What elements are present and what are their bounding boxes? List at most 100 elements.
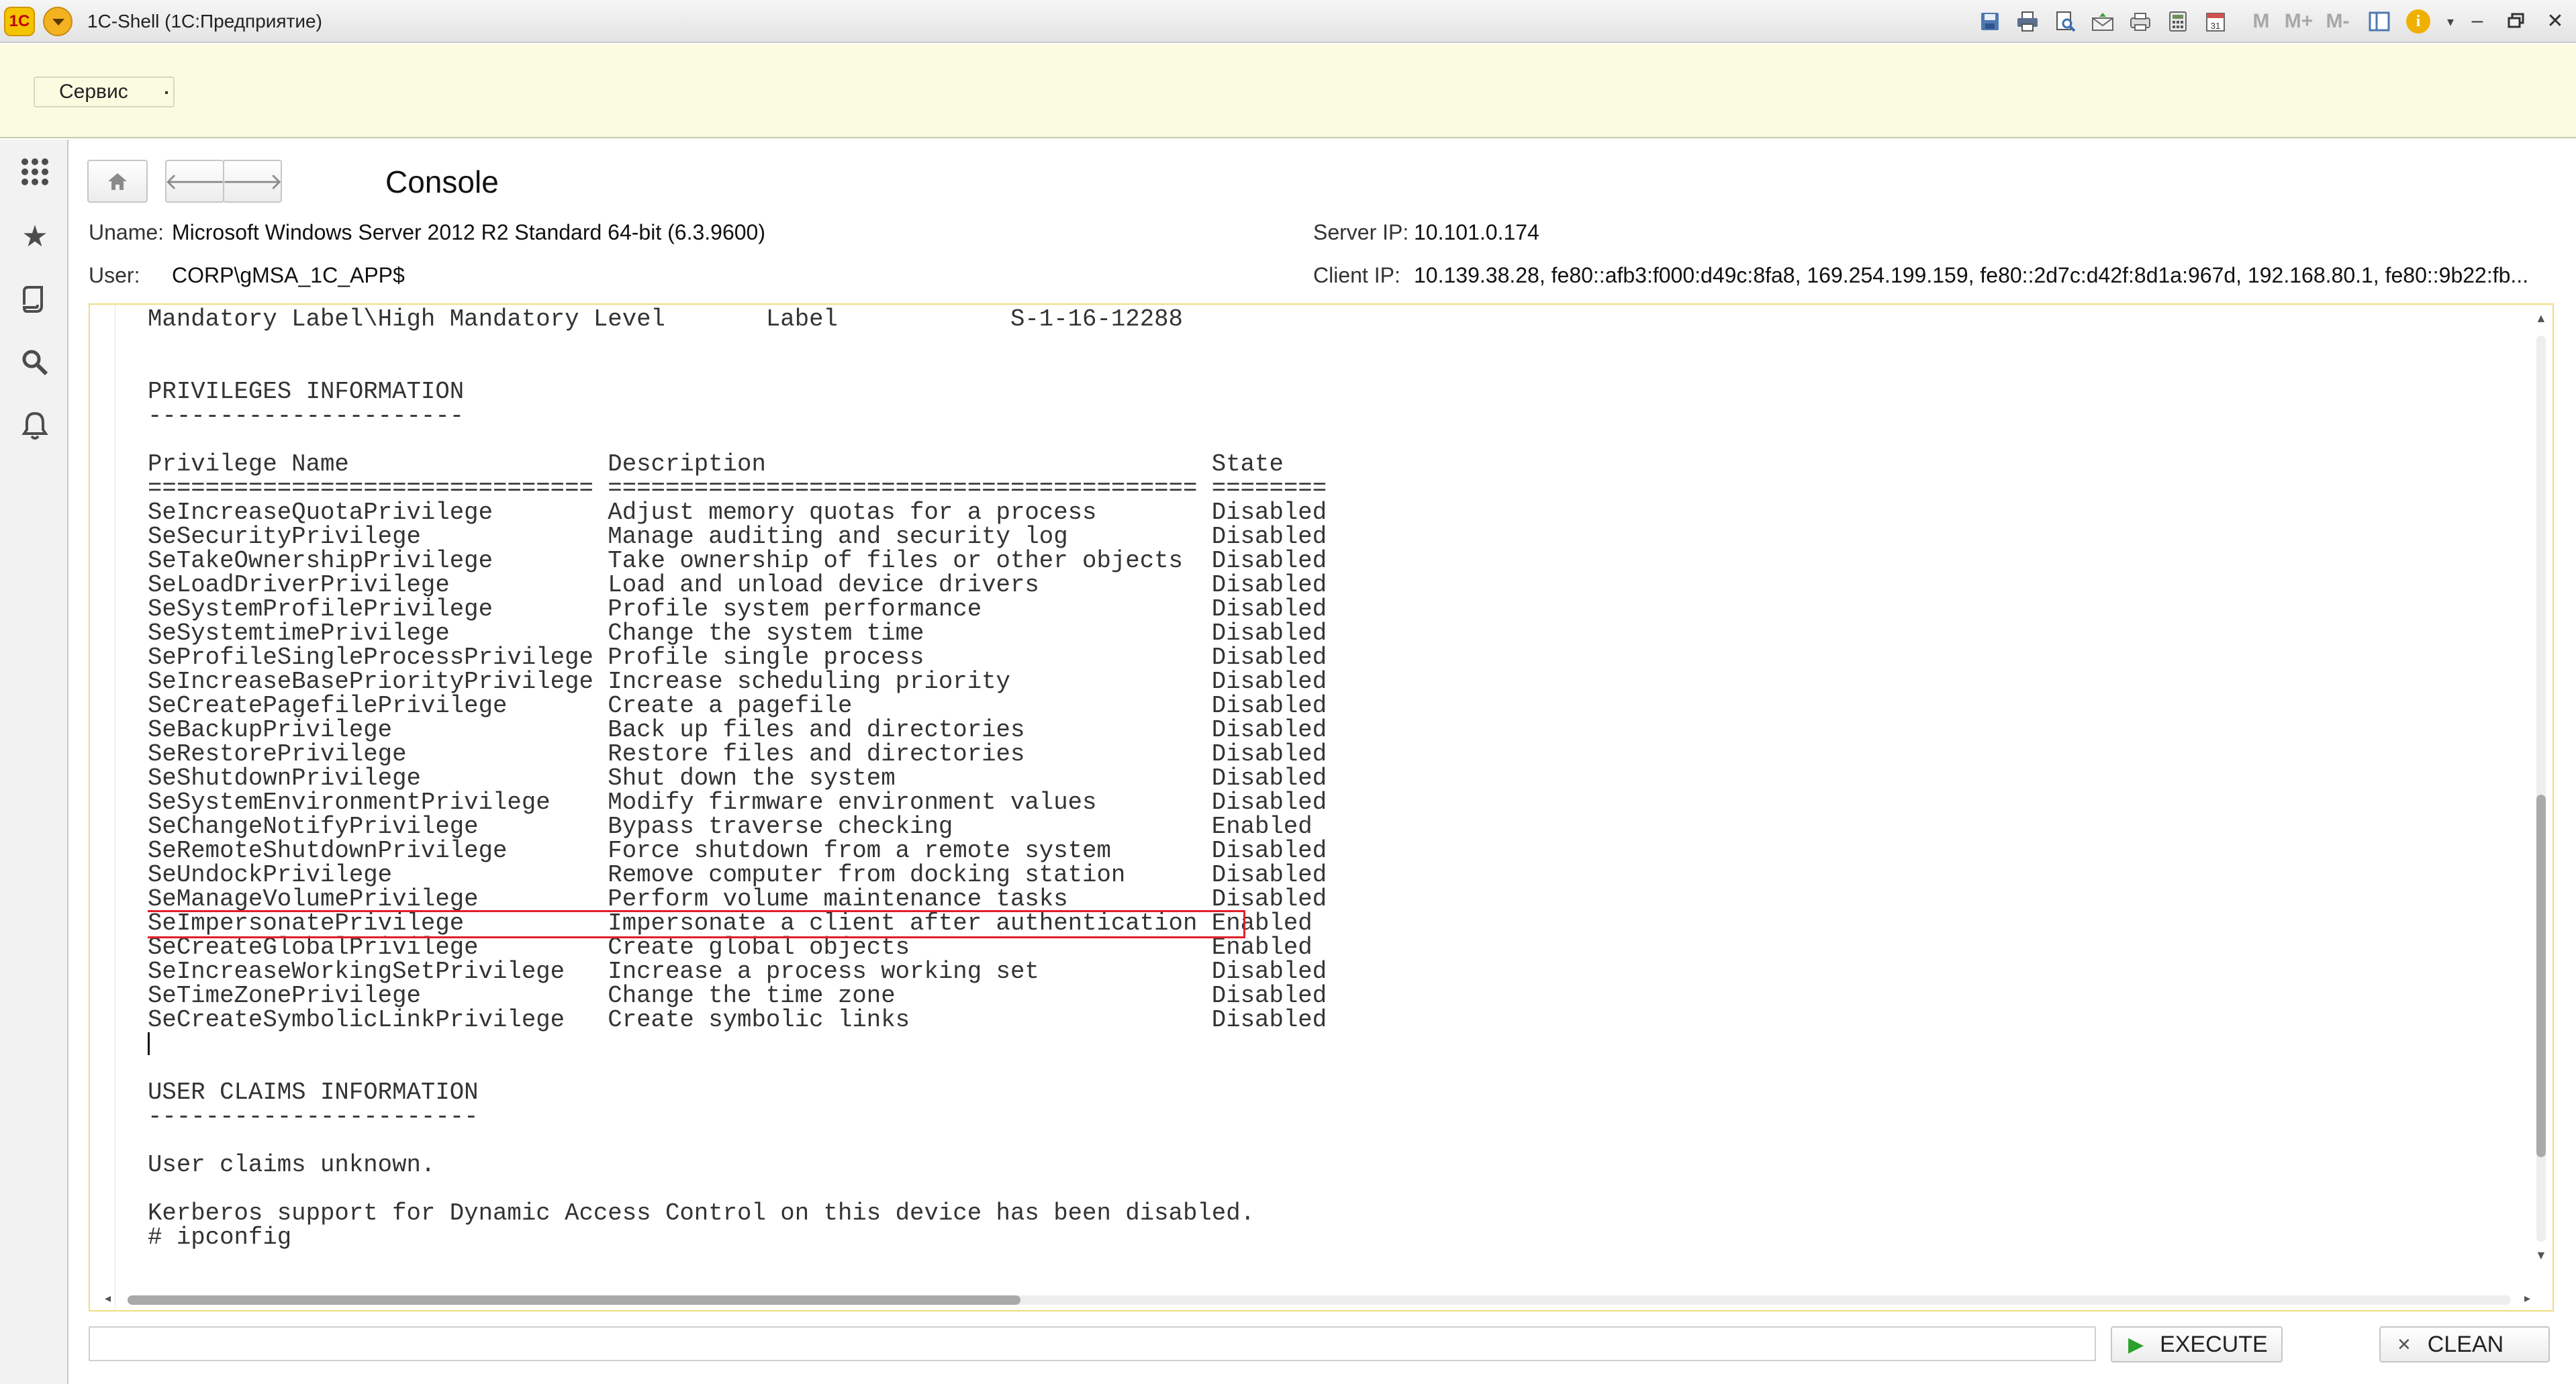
calculator-icon[interactable] (2164, 8, 2191, 35)
console-line: SeIncreaseQuotaPrivilege Adjust memory q… (148, 499, 1327, 526)
console-line: SeRestorePrivilege Restore files and dir… (148, 740, 1327, 768)
1c-logo-icon[interactable]: 1С (4, 7, 35, 36)
console-line: SeCreateGlobalPrivilege Create global ob… (148, 934, 1313, 961)
user-value: CORP\gMSA_1C_APP$ (172, 263, 405, 287)
console-line: ---------------------- (148, 402, 465, 430)
server-ip-value: 10.101.0.174 (1414, 220, 1539, 244)
console-line (148, 1032, 2484, 1056)
close-window-button[interactable]: ✕ (2538, 5, 2573, 36)
scroll-right-arrow-icon[interactable]: ▸ (2524, 1291, 2530, 1305)
console-line: SeSecurityPrivilege Manage auditing and … (148, 523, 1327, 550)
console-line: User claims unknown. (148, 1151, 436, 1179)
page-title: Console (385, 164, 499, 199)
scroll-up-arrow-icon[interactable]: ▲ (2535, 311, 2547, 326)
scroll-down-arrow-icon[interactable]: ▼ (2535, 1248, 2547, 1263)
command-bar: Сервис (0, 44, 2576, 138)
console-line: SeIncreaseWorkingSetPrivilege Increase a… (148, 958, 1327, 985)
horizontal-scroll-thumb[interactable] (128, 1295, 1020, 1305)
clean-button[interactable]: ✕ CLEAN (2379, 1326, 2550, 1363)
info-icon[interactable]: i (2406, 9, 2430, 34)
text-cursor (148, 1032, 150, 1055)
console-line: SeSystemtimePrivilege Change the system … (148, 620, 1327, 647)
console-line: SeSystemEnvironmentPrivilege Modify firm… (148, 789, 1327, 816)
window-title: 1C-Shell (1С:Предприятие) (87, 11, 322, 32)
favorites-star-icon[interactable]: ★ (17, 219, 52, 254)
clear-x-icon: ✕ (2397, 1334, 2412, 1354)
console-line: SeSystemProfilePrivilege Profile system … (148, 595, 1327, 623)
console-text: Mandatory Label\High Mandatory Level Lab… (148, 307, 2484, 1274)
console-line: SeIncreaseBasePriorityPrivilege Increase… (148, 668, 1327, 695)
horizontal-scrollbar[interactable]: ◂ ▸ (101, 1291, 2544, 1307)
console-line: # ipconfig (148, 1224, 292, 1251)
memory-icon[interactable]: M (2248, 8, 2275, 35)
console-line: ----------------------- (148, 1103, 479, 1130)
minimize-button[interactable]: – (2460, 5, 2495, 36)
console-line: SeShutdownPrivilege Shut down the system… (148, 764, 1327, 792)
apps-grid-icon[interactable] (17, 154, 52, 189)
vertical-scrollbar[interactable]: ▲ ▼ (2534, 311, 2547, 1265)
save-icon[interactable] (1976, 8, 2003, 35)
print-preview-icon[interactable] (2052, 8, 2079, 35)
email-icon[interactable] (2089, 8, 2116, 35)
console-line: PRIVILEGES INFORMATION (148, 378, 465, 405)
application-window: 1С 1C-Shell (1С:Предприятие) 31 M M+ M- (0, 0, 2576, 1384)
scroll-left-arrow-icon[interactable]: ◂ (105, 1291, 111, 1305)
console-line: SeTimeZonePrivilege Change the time zone… (148, 982, 1327, 1009)
execute-button[interactable]: ▶ EXECUTE (2111, 1326, 2283, 1363)
history-icon[interactable] (17, 282, 52, 317)
execute-label: EXECUTE (2160, 1331, 2268, 1357)
calendar-icon[interactable]: 31 (2202, 8, 2229, 35)
client-ip-label: Client IP: (1313, 263, 1400, 287)
printer-icon[interactable] (2127, 8, 2154, 35)
command-input[interactable] (89, 1326, 2096, 1361)
client-ip-value: 10.139.38.28, fe80::afb3:f000:d49c:8fa8,… (1414, 263, 2529, 287)
calendar-day-text: 31 (2211, 21, 2220, 31)
home-button[interactable] (87, 160, 148, 203)
console-line: SeTakeOwnershipPrivilege Take ownership … (148, 547, 1327, 575)
restore-button[interactable] (2499, 5, 2534, 36)
title-bar: 1С 1C-Shell (1С:Предприятие) 31 M M+ M- (0, 0, 2576, 43)
memory-minus-icon[interactable]: M- (2324, 8, 2351, 35)
console-output[interactable]: Mandatory Label\High Mandatory Level Lab… (89, 303, 2554, 1312)
back-button[interactable]: 🡐 (164, 160, 226, 203)
service-menu-caret-icon (165, 91, 168, 94)
console-line: SeChangeNotifyPrivilege Bypass traverse … (148, 813, 1313, 840)
console-line: SeProfileSingleProcessPrivilege Profile … (148, 644, 1327, 671)
forward-button[interactable]: 🡒 (222, 160, 283, 203)
uname-value: Microsoft Windows Server 2012 R2 Standar… (172, 220, 765, 244)
console-line-highlighted: SeImpersonatePrivilege Impersonate a cli… (148, 910, 2484, 938)
console-line: SeCreateSymbolicLinkPrivilege Create sym… (148, 1006, 1327, 1034)
service-menu-button[interactable]: Сервис (34, 77, 175, 107)
console-line: Privilege Name Description State (148, 450, 1284, 478)
notifications-bell-icon[interactable] (17, 408, 52, 443)
console-line: USER CLAIMS INFORMATION (148, 1079, 479, 1106)
memory-plus-icon[interactable]: M+ (2285, 8, 2313, 35)
console-line: SeManageVolumePrivilege Perform volume m… (148, 885, 1327, 913)
uname-label: Uname: (89, 220, 164, 244)
console-line: SeCreatePagefilePrivilege Create a pagef… (148, 692, 1327, 720)
vertical-scroll-thumb[interactable] (2536, 795, 2546, 1157)
console-line: SeBackupPrivilege Back up files and dire… (148, 716, 1327, 744)
console-gutter (90, 305, 115, 1310)
console-line: =============================== ========… (148, 475, 1327, 502)
console-line: SeRemoteShutdownPrivilege Force shutdown… (148, 837, 1327, 864)
main-menu-dropdown-icon[interactable] (43, 7, 73, 36)
panels-icon[interactable] (2366, 8, 2393, 35)
user-label: User: (89, 263, 140, 287)
server-ip-label: Server IP: (1313, 220, 1409, 244)
main-area: 🡐 🡒 Console Uname: Microsoft Windows Ser… (70, 140, 2576, 1384)
service-menu-label: Сервис (59, 81, 128, 103)
print-icon[interactable] (2014, 8, 2041, 35)
console-line: SeUndockPrivilege Remove computer from d… (148, 861, 1327, 889)
play-icon: ▶ (2128, 1333, 2144, 1356)
search-icon[interactable] (17, 345, 52, 380)
console-line: Mandatory Label\High Mandatory Level Lab… (148, 307, 1183, 333)
console-line: Kerberos support for Dynamic Access Cont… (148, 1199, 1255, 1227)
sidebar: ★ (0, 140, 68, 1384)
